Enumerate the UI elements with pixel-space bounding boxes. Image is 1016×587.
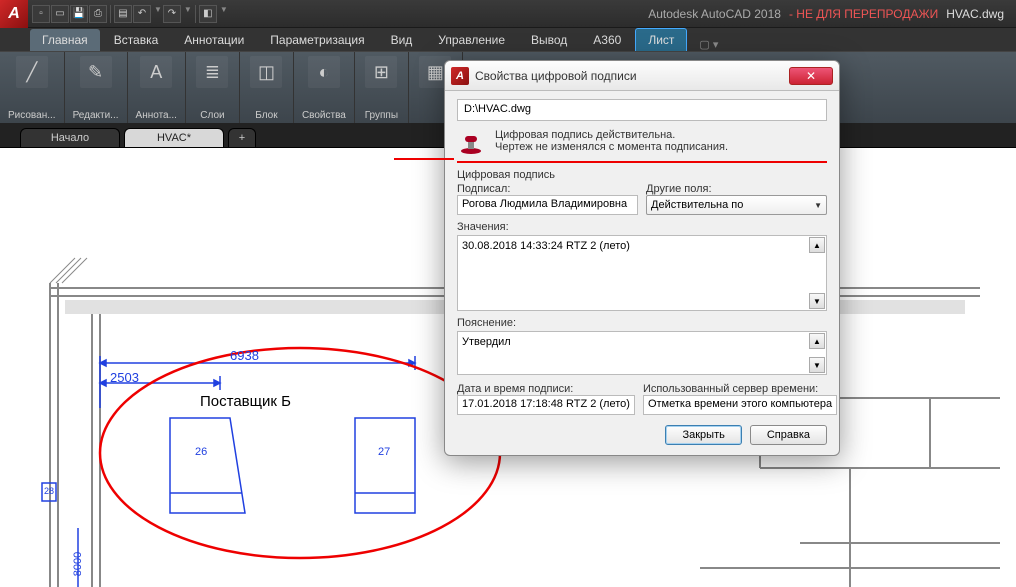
stamp-icon: [457, 129, 485, 157]
label-sign-time: Дата и время подписи:: [457, 383, 635, 395]
tab-insert[interactable]: Вставка: [102, 29, 171, 51]
close-dialog-button[interactable]: Закрыть: [665, 425, 741, 445]
panel-draw[interactable]: ╱Рисован...: [0, 52, 65, 123]
ribbon-tabs: Главная Вставка Аннотации Параметризация…: [0, 28, 1016, 52]
comment-box[interactable]: Утвердил ▲ ▼: [457, 331, 827, 375]
tab-output[interactable]: Вывод: [519, 29, 579, 51]
draw-icon: ╱: [16, 56, 48, 88]
groups-icon: ⊞: [365, 56, 397, 88]
tab-parametric[interactable]: Параметризация: [258, 29, 376, 51]
sig-valid-text: Цифровая подпись действительна.: [495, 129, 728, 141]
label-signed-by: Подписал:: [457, 183, 638, 195]
time-server-field: Отметка времени этого компьютера: [643, 395, 837, 415]
group-signature: Цифровая подпись: [457, 169, 827, 181]
label-time-server: Использованный сервер времени:: [643, 383, 837, 395]
file-name: HVAC.dwg: [946, 7, 1004, 21]
quick-access-toolbar: ▫ ▭ 💾 ⎙ ▤ ↶ ▼ ↷ ▼ ◧ ▼: [32, 5, 228, 23]
red-underline: [457, 161, 827, 163]
qat-redo-icon[interactable]: ↷: [163, 5, 181, 23]
modify-icon: ✎: [80, 56, 112, 88]
sign-time-field: 17.01.2018 17:18:48 RTZ 2 (лето): [457, 395, 635, 415]
panel-block[interactable]: ◫Блок: [240, 52, 294, 123]
chevron-down-icon[interactable]: ▼: [184, 5, 192, 23]
chevron-down-icon: ▼: [814, 201, 822, 210]
signed-by-field: Рогова Людмила Владимировна: [457, 195, 638, 215]
help-button[interactable]: Справка: [750, 425, 827, 445]
properties-icon: ◐: [308, 56, 340, 88]
block-28: 28: [44, 486, 54, 496]
qat-extra-icon[interactable]: ◧: [199, 5, 217, 23]
layers-icon: ≣: [196, 56, 228, 88]
tab-annotate[interactable]: Аннотации: [172, 29, 256, 51]
label-comment: Пояснение:: [457, 317, 827, 329]
panel-modify[interactable]: ✎Редакти...: [65, 52, 128, 123]
autocad-icon: A: [451, 67, 469, 85]
file-path: D:\HVAC.dwg: [457, 99, 827, 121]
dimension-8000: 8000: [72, 552, 84, 576]
panel-groups[interactable]: ⊞Группы: [355, 52, 409, 123]
qat-saveas-icon[interactable]: ⎙: [89, 5, 107, 23]
supplier-label: Поставщик Б: [200, 393, 291, 410]
qat-undo-icon[interactable]: ↶: [133, 5, 151, 23]
doctab-add[interactable]: +: [228, 128, 256, 147]
panel-properties[interactable]: ◐Свойства: [294, 52, 355, 123]
title-bar: A ▫ ▭ 💾 ⎙ ▤ ↶ ▼ ↷ ▼ ◧ ▼ Autodesk AutoCAD…: [0, 0, 1016, 28]
scroll-up-icon[interactable]: ▲: [809, 333, 825, 349]
dialog-titlebar[interactable]: A Свойства цифровой подписи ✕: [445, 61, 839, 91]
tab-main[interactable]: Главная: [30, 29, 100, 51]
app-logo[interactable]: A: [0, 0, 28, 28]
license-status: - НЕ ДЛЯ ПЕРЕПРОДАЖИ: [789, 7, 938, 21]
other-fields-value: Действительна по: [651, 199, 743, 211]
sig-unchanged-text: Чертеж не изменялся с момента подписания…: [495, 141, 728, 153]
label-values: Значения:: [457, 221, 827, 233]
dialog-title: Свойства цифровой подписи: [475, 69, 637, 83]
panel-layers[interactable]: ≣Слои: [186, 52, 240, 123]
tab-a360[interactable]: A360: [581, 29, 633, 51]
block-26: 26: [195, 446, 207, 458]
values-box[interactable]: 30.08.2018 14:33:24 RTZ 2 (лето) ▲ ▼: [457, 235, 827, 311]
close-button[interactable]: ✕: [789, 67, 833, 85]
doctab-start[interactable]: Начало: [20, 128, 120, 147]
qat-save-icon[interactable]: 💾: [70, 5, 88, 23]
label-other-fields: Другие поля:: [646, 183, 827, 195]
comment-text: Утвердил: [462, 336, 511, 348]
tab-layout[interactable]: Лист: [635, 28, 687, 51]
tab-manage[interactable]: Управление: [426, 29, 517, 51]
dimension-2503: 2503: [110, 370, 139, 385]
chevron-down-icon[interactable]: ▼: [154, 5, 162, 23]
doctab-hvac[interactable]: HVAC*: [124, 128, 224, 147]
block-27: 27: [378, 446, 390, 458]
scroll-down-icon[interactable]: ▼: [809, 357, 825, 373]
tab-view[interactable]: Вид: [379, 29, 425, 51]
annotation-icon: A: [140, 56, 172, 88]
qat-open-icon[interactable]: ▭: [51, 5, 69, 23]
qat-plot-icon[interactable]: ▤: [114, 5, 132, 23]
red-underline-ext: [394, 158, 454, 160]
signature-dialog: A Свойства цифровой подписи ✕ D:\HVAC.dw…: [444, 60, 840, 456]
app-name: Autodesk AutoCAD 2018: [648, 7, 781, 21]
scroll-down-icon[interactable]: ▼: [809, 293, 825, 309]
scroll-up-icon[interactable]: ▲: [809, 237, 825, 253]
other-fields-select[interactable]: Действительна по ▼: [646, 195, 827, 215]
values-text: 30.08.2018 14:33:24 RTZ 2 (лето): [462, 240, 630, 252]
tab-search[interactable]: ▢ ▾: [699, 38, 718, 51]
chevron-down-icon[interactable]: ▼: [220, 5, 228, 23]
block-icon: ◫: [250, 56, 282, 88]
dimension-6938: 6938: [230, 348, 259, 363]
qat-new-icon[interactable]: ▫: [32, 5, 50, 23]
window-title: Autodesk AutoCAD 2018 - НЕ ДЛЯ ПЕРЕПРОДА…: [648, 7, 1004, 21]
panel-annotation[interactable]: AАннота...: [128, 52, 186, 123]
